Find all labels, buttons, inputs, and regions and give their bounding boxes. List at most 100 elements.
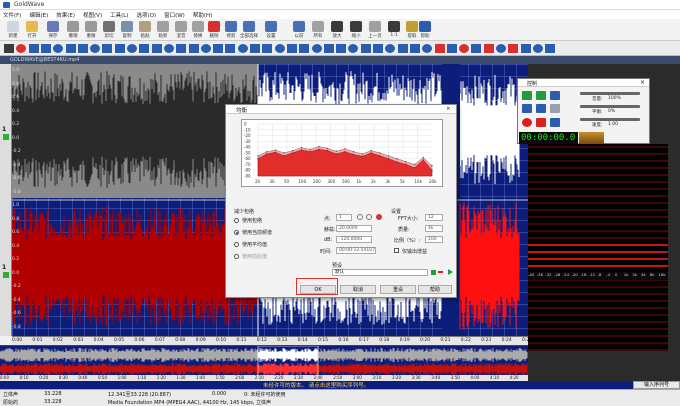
menu-item[interactable]: 效果(E)	[56, 11, 75, 19]
point-field[interactable]: 1	[336, 214, 352, 221]
fft-field[interactable]: 12	[425, 214, 443, 221]
effect-icon[interactable]	[163, 44, 174, 53]
toolbar-button[interactable]: 帮助	[415, 21, 435, 41]
toolbar-button[interactable]: 撤销	[63, 21, 83, 41]
help-button[interactable]: 帮助	[418, 285, 452, 294]
toolbar-button[interactable]: 打开	[22, 21, 42, 41]
effect-icon[interactable]	[323, 44, 334, 53]
remove-point-icon[interactable]	[366, 214, 372, 220]
effect-icon[interactable]	[409, 44, 420, 53]
record-button[interactable]	[522, 118, 532, 127]
effect-icon[interactable]	[373, 44, 383, 53]
preset-select[interactable]: 默认	[332, 269, 428, 276]
toolbar-button[interactable]: 放大	[327, 21, 347, 41]
close-icon[interactable]: ×	[446, 106, 451, 112]
menu-item[interactable]: 帮助(H)	[193, 11, 212, 19]
effect-icon[interactable]	[483, 44, 494, 53]
effect-icon[interactable]	[40, 44, 51, 53]
preview-play-icon[interactable]	[448, 269, 453, 275]
toolbar-button[interactable]: 重做	[81, 21, 101, 41]
toolbar-button[interactable]: 所有	[308, 21, 328, 41]
toolbar-button[interactable]: 保存	[43, 21, 63, 41]
effect-icon[interactable]	[16, 44, 27, 53]
toolbar-button[interactable]: 以前	[289, 21, 309, 41]
record-new-button[interactable]	[536, 118, 546, 127]
effect-icon[interactable]	[446, 44, 457, 53]
speed-slider[interactable]	[580, 118, 640, 121]
stop-button[interactable]	[550, 104, 560, 113]
menu-item[interactable]: 窗口(W)	[164, 11, 185, 19]
toolbar-button[interactable]: 缩小	[346, 21, 366, 41]
effect-icon[interactable]	[65, 44, 76, 53]
control-close-icon[interactable]: ×	[640, 79, 645, 86]
balance-slider[interactable]	[580, 105, 640, 108]
effect-icon[interactable]	[459, 44, 470, 53]
effect-icon[interactable]	[360, 44, 371, 53]
effect-icon[interactable]	[274, 44, 285, 53]
effect-icon[interactable]	[520, 44, 531, 53]
rewind-button[interactable]	[522, 104, 532, 113]
menu-item[interactable]: 视图(V)	[83, 11, 102, 19]
toolbar-button[interactable]: 全部选择	[239, 21, 259, 41]
effect-icon[interactable]	[385, 44, 396, 53]
volume-slider[interactable]	[580, 92, 640, 95]
effect-icon[interactable]	[102, 44, 113, 53]
monitor-button[interactable]	[550, 118, 560, 127]
fast-forward-button[interactable]	[536, 104, 546, 113]
envelope-radio[interactable]	[234, 242, 239, 247]
effect-icon[interactable]	[4, 44, 14, 53]
toolbar-button[interactable]: 上一页	[365, 21, 385, 41]
add-preset-icon[interactable]	[431, 270, 436, 275]
effect-icon[interactable]	[139, 44, 150, 53]
effect-icon[interactable]	[28, 44, 39, 53]
effect-icon[interactable]	[397, 44, 408, 53]
pause-button[interactable]	[550, 91, 560, 100]
time-field[interactable]: 00:00:12.54107	[336, 247, 376, 254]
effect-icon[interactable]	[311, 44, 322, 53]
menu-item[interactable]: 编辑(E)	[29, 11, 48, 19]
delete-point-icon[interactable]	[376, 214, 382, 220]
effect-icon[interactable]	[336, 44, 347, 53]
channel-toggle-bottom[interactable]	[3, 272, 9, 278]
effect-icon[interactable]	[225, 44, 236, 53]
envelope-radio[interactable]	[234, 254, 239, 259]
effect-icon[interactable]	[471, 44, 482, 53]
add-point-icon[interactable]	[357, 214, 363, 220]
effect-icon[interactable]	[434, 44, 445, 53]
effect-icon[interactable]	[176, 44, 187, 53]
effect-icon[interactable]	[286, 44, 297, 53]
license-message[interactable]: 未经许可的版本。 请点击这里购买序列号。	[263, 381, 369, 389]
cancel-button[interactable]: 取消	[340, 285, 376, 294]
effect-icon[interactable]	[77, 44, 88, 53]
effect-icon[interactable]	[532, 44, 543, 53]
effect-icon[interactable]	[151, 44, 162, 53]
effect-icon[interactable]	[496, 44, 506, 53]
effect-icon[interactable]	[200, 44, 211, 53]
effect-icon[interactable]	[127, 44, 137, 53]
effect-icon[interactable]	[53, 44, 64, 53]
toolbar-button[interactable]: 粘贴	[135, 21, 155, 41]
effect-icon[interactable]	[237, 44, 248, 53]
toolbar-button[interactable]: 粘新	[153, 21, 173, 41]
envelope-radio[interactable]	[234, 218, 239, 223]
gain-only-checkbox[interactable]	[394, 248, 399, 253]
effect-icon[interactable]	[114, 44, 125, 53]
toolbar-button[interactable]: 剪切	[99, 21, 119, 41]
effect-icon[interactable]	[422, 44, 433, 53]
play-selection-button[interactable]	[536, 91, 546, 100]
toolbar-button[interactable]: 复制	[117, 21, 137, 41]
effect-icon[interactable]	[348, 44, 359, 53]
effect-icon[interactable]	[545, 44, 556, 53]
menu-item[interactable]: 选项(O)	[136, 11, 156, 19]
effect-icon[interactable]	[262, 44, 273, 53]
channel-toggle-top[interactable]	[3, 134, 9, 140]
effect-icon[interactable]	[90, 44, 101, 53]
toolbar-button[interactable]: 1:1	[384, 21, 404, 41]
toolbar-button[interactable]: 修剪	[221, 21, 241, 41]
hz-field[interactable]: 20.0000	[336, 225, 372, 232]
effect-icon[interactable]	[213, 44, 224, 53]
menu-item[interactable]: 文件(F)	[3, 11, 21, 19]
overview-waveform[interactable]	[0, 345, 528, 376]
effect-icon[interactable]	[299, 44, 310, 53]
equalizer-chart[interactable]: 0 -10 -20 -30 -40 -50 -60 -70 -80 -90 20 30 50 100 200…	[241, 119, 443, 187]
